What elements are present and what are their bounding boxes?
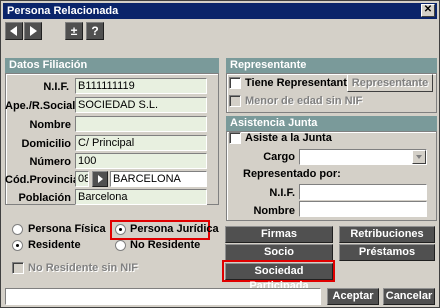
representado-nombre-label: Nombre (253, 205, 295, 217)
cargo-select[interactable] (299, 149, 427, 165)
datos-filiacion-header: Datos Filiación (5, 58, 219, 73)
nif-field[interactable]: B111111119 (75, 78, 207, 94)
representante-button[interactable]: Representante (347, 74, 433, 92)
razon-social-field[interactable]: SOCIEDAD S.L. (75, 97, 207, 113)
domicilio-label: Domicilio (21, 138, 71, 150)
prev-record-button[interactable] (5, 22, 23, 40)
firmas-button[interactable]: Firmas (225, 226, 333, 243)
residente-radio[interactable] (12, 240, 23, 251)
poblacion-field[interactable]: Barcelona (75, 189, 207, 205)
no-residente-label[interactable]: No Residente (130, 239, 200, 251)
tiene-representante-label[interactable]: Tiene Representante (245, 77, 353, 89)
numero-label: Número (29, 156, 71, 168)
menor-edad-label[interactable]: Menor de edad sin NIF (245, 95, 362, 107)
cargo-label: Cargo (263, 151, 295, 163)
representado-nif-label: N.I.F. (269, 187, 295, 199)
close-button[interactable]: ✕ (421, 4, 435, 17)
nif-label: N.I.F. (43, 81, 69, 93)
asistencia-junta-header: Asistencia Junta (226, 116, 437, 131)
nombre-field[interactable] (75, 116, 207, 132)
tiene-representante-checkbox[interactable] (229, 77, 241, 89)
window-title: Persona Relacionada (7, 5, 119, 17)
residente-label[interactable]: Residente (28, 239, 81, 251)
status-field (5, 288, 321, 305)
numero-field[interactable]: 100 (75, 153, 207, 169)
provincia-field[interactable]: BARCELONA (110, 171, 207, 187)
representado-nombre-field[interactable] (299, 201, 427, 217)
nombre-label: Nombre (29, 119, 71, 131)
no-residente-sin-nif-checkbox[interactable] (12, 262, 24, 274)
sociedad-participada-button[interactable]: Sociedad Participada (225, 263, 333, 292)
asiste-junta-checkbox[interactable] (229, 132, 241, 144)
no-residente-sin-nif-label[interactable]: No Residente sin NIF (28, 262, 138, 274)
dialog-window: Persona Relacionada ✕ ± ? Datos Filiació… (0, 0, 440, 308)
representante-header: Representante (226, 58, 437, 73)
chevron-down-icon[interactable] (412, 150, 426, 164)
help-button[interactable]: ? (86, 22, 104, 40)
cancelar-button[interactable]: Cancelar (383, 288, 435, 305)
persona-fisica-label[interactable]: Persona Física (28, 223, 106, 235)
socio-button[interactable]: Socio (225, 244, 333, 261)
provincia-lookup-button[interactable] (92, 171, 108, 187)
retribuciones-button[interactable]: Retribuciones (339, 226, 435, 243)
domicilio-field[interactable]: C/ Principal (75, 135, 207, 151)
sum-button[interactable]: ± (65, 22, 83, 40)
cod-provincial-label: Cód.Provincial (5, 174, 83, 186)
persona-fisica-radio[interactable] (12, 224, 23, 235)
next-record-button[interactable] (24, 22, 42, 40)
cod-provincial-field[interactable]: 08 (75, 171, 89, 187)
title-bar[interactable]: Persona Relacionada ✕ (3, 3, 437, 19)
prestamos-button[interactable]: Préstamos (339, 244, 435, 261)
poblacion-label: Población (18, 192, 71, 204)
menor-edad-checkbox[interactable] (229, 95, 241, 107)
razon-social-label: Ape./R.Social (5, 100, 76, 112)
aceptar-button[interactable]: Aceptar (327, 288, 379, 305)
asiste-junta-label[interactable]: Asiste a la Junta (245, 132, 332, 144)
persona-juridica-label[interactable]: Persona Jurídica (130, 223, 219, 235)
arrow-left-icon (10, 26, 17, 36)
representado-nif-field[interactable] (299, 184, 427, 200)
persona-juridica-radio[interactable] (115, 224, 126, 235)
representado-por-label: Representado por: (243, 168, 341, 180)
arrow-right-icon (30, 26, 37, 36)
no-residente-radio[interactable] (115, 240, 126, 251)
